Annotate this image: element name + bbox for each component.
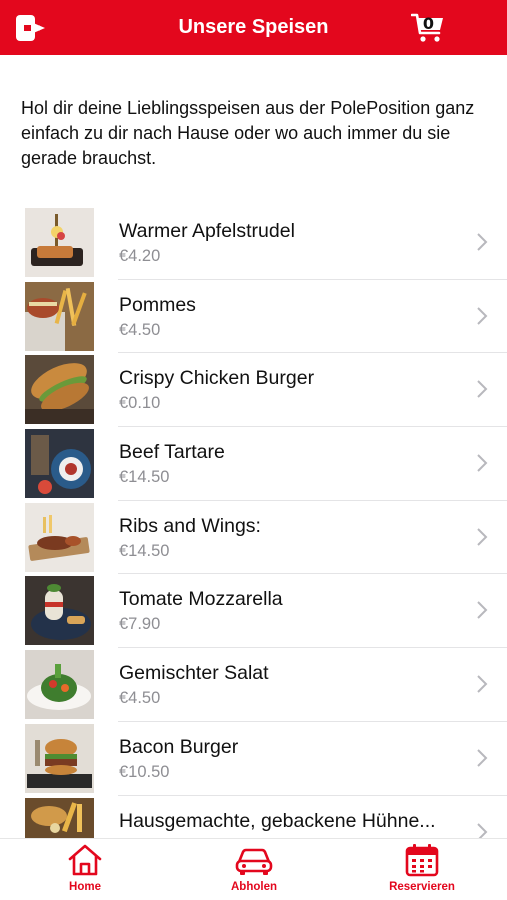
item-name: Tomate Mozzarella (119, 588, 283, 611)
tab-label: Reservieren (389, 881, 455, 893)
menu-item-beef-tartare[interactable]: Beef Tartare €14.50 (0, 427, 507, 501)
item-price: €14.50 (119, 468, 170, 487)
tab-label: Home (69, 881, 101, 893)
home-icon (68, 844, 102, 876)
chevron-right-icon (477, 454, 488, 472)
item-name: Bacon Burger (119, 735, 239, 758)
bottom-tab-bar: Home Abholen Reservieren (0, 838, 507, 900)
menu-item-bacon-burger[interactable]: Bacon Burger €10.50 (0, 722, 507, 796)
chevron-right-icon (477, 749, 488, 767)
chevron-right-icon (477, 233, 488, 251)
tab-label: Abholen (231, 881, 277, 893)
item-name: Warmer Apfelstrudel (119, 220, 295, 242)
dish-image-crispy-chicken-burger (25, 355, 94, 425)
menu-item-tomate-mozzarella[interactable]: Tomate Mozzarella €7.90 (0, 574, 507, 649)
tab-reservieren[interactable]: Reservieren (367, 843, 477, 899)
cart-count-badge: 0 (422, 14, 435, 33)
tab-home[interactable]: Home (30, 843, 140, 899)
menu-item-warmer-apfelstrudel[interactable]: Warmer Apfelstrudel €4.20 (0, 206, 507, 280)
item-price: €14.50 (119, 541, 170, 560)
menu-item-ribs-and-wings[interactable]: Ribs and Wings: €14.50 (0, 501, 507, 575)
item-name: Crispy Chicken Burger (119, 367, 315, 390)
menu-item-pommes[interactable]: Pommes €4.50 (0, 280, 507, 354)
item-name: Gemischter Salat (119, 662, 269, 685)
page-title: Unsere Speisen (178, 16, 329, 38)
intro-text: Hol dir deine Lieblingsspeisen aus der P… (21, 98, 475, 168)
dish-image-beef-tartare (25, 429, 94, 499)
menu-item-hausgemachte-gebackene[interactable]: Hausgemachte, gebackene Hühne... (0, 796, 507, 838)
chevron-right-icon (477, 601, 488, 620)
item-price: €4.20 (119, 247, 161, 265)
menu-item-crispy-chicken-burger[interactable]: Crispy Chicken Burger €0.10 (0, 353, 507, 428)
tab-abholen[interactable]: Abholen (199, 843, 309, 899)
dish-image-ribs-and-wings (25, 502, 94, 572)
item-name: Ribs and Wings: (119, 514, 261, 537)
menu-item-gemischter-salat[interactable]: Gemischter Salat €4.50 (0, 648, 507, 722)
item-price: €4.50 (119, 689, 161, 708)
chevron-right-icon (477, 675, 488, 693)
menu-list: Warmer Apfelstrudel €4.20 Pommes €4.50 C… (0, 206, 507, 838)
item-price: €0.10 (119, 394, 161, 413)
chevron-right-icon (477, 380, 488, 399)
dish-image-pommes (25, 281, 94, 351)
dish-image-apfelstrudel (25, 208, 94, 277)
dish-image-tomate-mozzarella (25, 576, 94, 646)
logout-button[interactable] (14, 13, 48, 43)
cart-button[interactable]: 0 (411, 12, 445, 44)
item-name: Beef Tartare (119, 441, 225, 464)
top-navigation-bar: Unsere Speisen 0 (0, 0, 507, 55)
item-price: €10.50 (119, 762, 170, 781)
item-price: €4.50 (119, 320, 161, 339)
item-name: Pommes (119, 293, 196, 316)
chevron-right-icon (477, 528, 488, 546)
logout-icon (16, 15, 45, 41)
chevron-right-icon (477, 306, 488, 325)
item-price: €7.90 (119, 615, 161, 634)
item-name: Hausgemachte, gebackene Hühne... (119, 809, 436, 832)
calendar-icon (405, 844, 439, 877)
dish-image-gemischter-salat (25, 650, 94, 720)
chevron-right-icon (477, 822, 488, 838)
car-icon (235, 848, 273, 875)
dish-image-bacon-burger (25, 723, 94, 793)
dish-image-hausgemachte-gebackene (25, 797, 94, 838)
